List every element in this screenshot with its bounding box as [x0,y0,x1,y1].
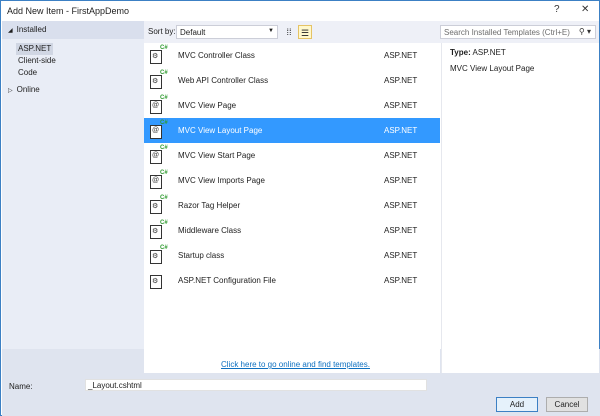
list-view-button[interactable]: ☰ [298,25,312,39]
sidebar-item-client-side[interactable]: Client-side [2,55,144,67]
template-name: Middleware Class [178,226,242,235]
view-file-icon: @ C# [150,170,168,190]
template-description: MVC View Layout Page [450,64,535,73]
config-file-icon: ⚙ [150,271,166,290]
type-label: Type: [450,48,471,57]
template-row[interactable]: @ C# MVC View Start Page ASP.NET [144,143,440,168]
dialog-title: Add New Item - FirstAppDemo [7,6,130,16]
template-type: ASP.NET [384,76,418,85]
template-type: ASP.NET [384,101,418,110]
template-row[interactable]: ⚙ C# Web API Controller Class ASP.NET [144,68,440,93]
collapsed-triangle-icon: ▷ [8,88,13,94]
template-row[interactable]: ⚙ C# MVC Controller Class ASP.NET [144,43,440,68]
sidebar-item-code[interactable]: Code [2,67,144,79]
type-value: ASP.NET [472,48,506,57]
template-name: Startup class [178,251,225,260]
name-input[interactable]: _Layout.cshtml [85,379,427,391]
template-type: ASP.NET [384,201,418,210]
template-list: ⚙ C# MVC Controller Class ASP.NET ⚙ C# Web … [144,43,440,349]
template-row[interactable]: ⚙ C# Middleware Class ASP.NET [144,218,440,243]
grid-icon: ⁞⁞ [286,27,292,37]
template-type: ASP.NET [384,226,418,235]
template-type: ASP.NET [384,126,418,135]
template-name: Razor Tag Helper [178,201,241,210]
template-row[interactable]: ⚙ ASP.NET Configuration File ASP.NET [144,268,440,293]
template-name: MVC View Start Page [178,151,256,160]
controller-file-icon: ⚙ C# [150,70,168,90]
view-file-icon: @ C# [150,120,168,140]
expanded-triangle-icon: ◢ [8,28,13,34]
template-type: ASP.NET [384,51,418,60]
help-button[interactable]: ? [554,4,560,15]
add-new-item-dialog: Add New Item - FirstAppDemo ? ✕ ◢ Install… [0,0,600,416]
search-icon: ⚲ ▾ [578,27,591,36]
sort-dropdown[interactable]: Default ▼ [176,25,278,39]
close-button[interactable]: ✕ [581,4,589,15]
template-name: MVC View Layout Page [178,126,263,135]
template-type: ASP.NET [384,176,418,185]
chevron-down-icon: ▼ [268,28,274,34]
template-name: MVC Controller Class [178,51,255,60]
list-icon: ☰ [300,28,310,38]
cancel-button[interactable]: Cancel [546,397,588,412]
details-panel: Type: ASP.NET MVC View Layout Page [441,43,599,349]
view-file-icon: @ C# [150,145,168,165]
template-type: ASP.NET [384,151,418,160]
template-row[interactable]: @ C# MVC View Layout Page ASP.NET [144,118,440,143]
search-input[interactable]: Search Installed Templates (Ctrl+E) ⚲ ▾ [440,25,596,39]
template-name: MVC View Imports Page [178,176,265,185]
add-button[interactable]: Add [496,397,538,412]
name-label: Name: [9,382,33,391]
sidebar-installed[interactable]: ◢ Installed [2,21,144,39]
template-row[interactable]: ⚙ C# Startup class ASP.NET [144,243,440,268]
template-name: Web API Controller Class [178,76,269,85]
template-row[interactable]: @ C# MVC View Page ASP.NET [144,93,440,118]
sidebar-online[interactable]: ▷ Online [2,85,144,94]
template-row[interactable]: ⚙ C# Razor Tag Helper ASP.NET [144,193,440,218]
sidebar: ◢ Installed ASP.NET Client-side Code ▷ Onl… [2,21,144,373]
online-templates-link[interactable]: Click here to go online and find templat… [221,360,370,369]
template-row[interactable]: @ C# MVC View Imports Page ASP.NET [144,168,440,193]
controller-file-icon: ⚙ C# [150,45,168,65]
sort-label: Sort by: [148,27,176,36]
template-name: MVC View Page [178,101,237,110]
controller-file-icon: ⚙ C# [150,245,168,265]
template-name: ASP.NET Configuration File [178,276,276,285]
sidebar-item-aspnet[interactable]: ASP.NET [16,43,54,55]
view-file-icon: @ C# [150,95,168,115]
template-type: ASP.NET [384,251,418,260]
toolbar: Sort by: Default ▼ ⁞⁞ ☰ Search Installed … [144,21,599,43]
controller-file-icon: ⚙ C# [150,220,168,240]
template-type: ASP.NET [384,276,418,285]
small-icons-view-button[interactable]: ⁞⁞ [282,25,296,39]
controller-file-icon: ⚙ C# [150,195,168,215]
details-bottom [441,349,599,373]
